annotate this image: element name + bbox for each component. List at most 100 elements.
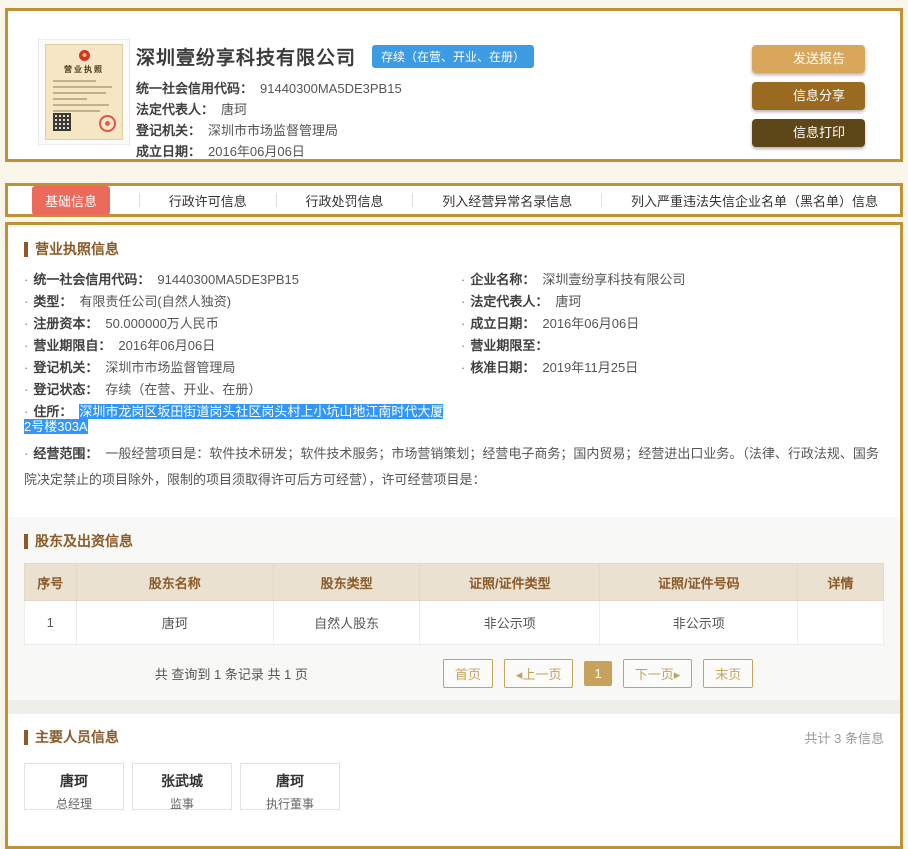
column-header-cert-number: 证照/证件号码 — [600, 564, 798, 601]
shareholders-section: 股东及出资信息 序号 股东名称 股东类型 证照/证件类型 证照/证件号码 详情 — [8, 517, 900, 700]
last-page-button[interactable]: 末页 — [703, 659, 753, 688]
header-actions: 发送报告 信息分享 信息打印 — [752, 45, 865, 147]
person-card[interactable]: 张武城 监事 — [132, 763, 232, 810]
column-header-cert-type: 证照/证件类型 — [420, 564, 600, 601]
share-info-button[interactable]: 信息分享 — [752, 82, 865, 110]
bullet-icon: · — [24, 360, 28, 375]
pagination-buttons: 首页 ◂上一页 1 下一页▸ 末页 — [443, 659, 753, 688]
tab-divider — [139, 193, 140, 207]
license-text-lines — [53, 80, 115, 112]
shareholders-table: 序号 股东名称 股东类型 证照/证件类型 证照/证件号码 详情 1 唐珂 自然人… — [24, 563, 884, 645]
bullet-icon: · — [461, 316, 465, 331]
tab-administrative-penalty[interactable]: 行政处罚信息 — [305, 191, 383, 210]
info-label: 营业期限自： — [33, 338, 111, 353]
first-page-button[interactable]: 首页 — [443, 659, 493, 688]
person-card[interactable]: 唐珂 执行董事 — [240, 763, 340, 810]
bullet-icon: · — [24, 404, 28, 419]
info-label: 统一社会信用代码： — [33, 272, 150, 287]
info-item-credit-code: · 统一社会信用代码： 91440300MA5DE3PB15 — [24, 272, 447, 287]
tab-abnormal-operation-list[interactable]: 列入经营异常名录信息 — [442, 191, 572, 210]
cell-cert-type: 非公示项 — [420, 601, 600, 645]
info-value: 2016年06月06日 — [542, 316, 639, 331]
tab-serious-violation-blacklist[interactable]: 列入严重违法失信企业名单（黑名单）信息 — [631, 191, 878, 210]
info-value: 2019年11月25日 — [542, 360, 638, 375]
key-people-cards: 唐珂 总经理 张武城 监事 唐珂 执行董事 — [24, 763, 884, 810]
info-item-registry: ·登记机关：深圳市市场监督管理局 — [24, 360, 447, 375]
license-info-section: 营业执照信息 · 统一社会信用代码： 91440300MA5DE3PB15 ·企业名… — [8, 225, 900, 517]
national-emblem-icon — [79, 50, 90, 61]
qr-code-icon — [53, 113, 71, 131]
info-item-registration-status: ·登记状态：存续（在营、开业、在册） — [24, 382, 447, 397]
info-item-company-name: ·企业名称：深圳壹纷享科技有限公司 — [461, 272, 884, 287]
info-label: 法定代表人： — [470, 294, 548, 309]
cell-index: 1 — [25, 601, 77, 645]
table-row: 1 唐珂 自然人股东 非公示项 非公示项 — [25, 601, 884, 645]
cell-shareholder-type: 自然人股东 — [274, 601, 420, 645]
column-header-index: 序号 — [25, 564, 77, 601]
info-value-selected-address: 深圳市龙岗区坂田街道岗头社区岗头村上小坑山地江南时代大厦2号楼303A — [24, 404, 443, 434]
column-header-shareholder-type: 股东类型 — [274, 564, 420, 601]
business-license-thumbnail: 营业执照 — [38, 39, 130, 145]
page-title: 深圳壹纷享科技有限公司 — [136, 43, 356, 70]
red-seal-icon — [99, 115, 116, 132]
bullet-icon: · — [24, 382, 28, 397]
license-title: 营业执照 — [46, 64, 122, 75]
bullet-icon: · — [461, 360, 465, 375]
bullet-icon: · — [24, 316, 28, 331]
info-label: 登记机关： — [33, 360, 98, 375]
section-title-text: 营业执照信息 — [35, 239, 119, 259]
info-value: 50.000000万人民币 — [105, 316, 218, 331]
info-value: 深圳壹纷享科技有限公司 — [542, 272, 685, 287]
tab-basic-info[interactable]: 基础信息 — [32, 186, 110, 215]
info-item-term-from: ·营业期限自：2016年06月06日 — [24, 338, 447, 353]
info-label: 类型： — [33, 294, 72, 309]
main-content-panel: 营业执照信息 · 统一社会信用代码： 91440300MA5DE3PB15 ·企业名… — [5, 222, 903, 849]
next-page-button[interactable]: 下一页▸ — [623, 659, 693, 688]
current-page-button[interactable]: 1 — [584, 661, 611, 686]
info-item-legal-rep: ·法定代表人：唐珂 — [461, 294, 884, 309]
info-item-business-scope: ·经营范围：一般经营项目是：软件技术研发；软件技术服务；市场营销策划；经营电子商… — [24, 441, 884, 493]
person-name: 唐珂 — [241, 771, 339, 791]
info-label: 营业期限至： — [470, 338, 548, 353]
section-title-text: 股东及出资信息 — [35, 531, 133, 551]
info-value: 存续（在营、开业、在册） — [105, 382, 261, 397]
info-value: 91440300MA5DE3PB15 — [157, 272, 299, 287]
cell-detail — [798, 601, 884, 645]
info-item-term-to: ·营业期限至： — [461, 338, 884, 353]
person-name: 张武城 — [133, 771, 231, 791]
info-item-establish-date: ·成立日期：2016年06月06日 — [461, 316, 884, 331]
info-value: 有限责任公司(自然人独资) — [79, 294, 231, 309]
license-info-grid: · 统一社会信用代码： 91440300MA5DE3PB15 ·企业名称：深圳壹纷享… — [24, 272, 884, 493]
tab-divider — [276, 193, 277, 207]
field-value: 深圳市市场监督管理局 — [208, 123, 338, 138]
bullet-icon: · — [24, 294, 28, 309]
tab-divider — [412, 193, 413, 207]
info-label: 住所： — [33, 404, 72, 419]
bullet-icon: · — [461, 272, 465, 287]
info-item-address: · 住所：深圳市龙岗区坂田街道岗头社区岗头村上小坑山地江南时代大厦2号楼303A — [24, 404, 447, 434]
info-value: 一般经营项目是：软件技术研发；软件技术服务；市场营销策划；经营电子商务；国内贸易… — [24, 446, 879, 487]
field-label: 成立日期： — [136, 144, 201, 159]
person-name: 唐珂 — [25, 771, 123, 791]
bullet-icon: · — [24, 338, 28, 353]
tab-administrative-licensing[interactable]: 行政许可信息 — [169, 191, 247, 210]
bullet-icon: · — [24, 272, 28, 287]
field-label: 统一社会信用代码： — [136, 81, 253, 96]
person-role: 总经理 — [25, 795, 123, 812]
field-value: 2016年06月06日 — [208, 144, 305, 159]
person-role: 监事 — [133, 795, 231, 812]
prev-page-button[interactable]: ◂上一页 — [504, 659, 574, 688]
info-item-company-type: · 类型： 有限责任公司(自然人独资) — [24, 294, 447, 309]
pagination: 共 查询到 1 条记录 共 1 页 首页 ◂上一页 1 下一页▸ 末页 — [24, 659, 884, 688]
column-header-detail: 详情 — [798, 564, 884, 601]
table-header-row: 序号 股东名称 股东类型 证照/证件类型 证照/证件号码 详情 — [25, 564, 884, 601]
info-label: 经营范围： — [33, 446, 98, 461]
column-header-shareholder-name: 股东名称 — [76, 564, 274, 601]
send-report-button[interactable]: 发送报告 — [752, 45, 865, 73]
section-title-text: 主要人员信息 — [35, 727, 119, 747]
field-label: 登记机关： — [136, 123, 201, 138]
section-divider — [8, 700, 900, 714]
print-info-button[interactable]: 信息打印 — [752, 119, 865, 147]
tab-divider — [601, 193, 602, 207]
person-card[interactable]: 唐珂 总经理 — [24, 763, 124, 810]
